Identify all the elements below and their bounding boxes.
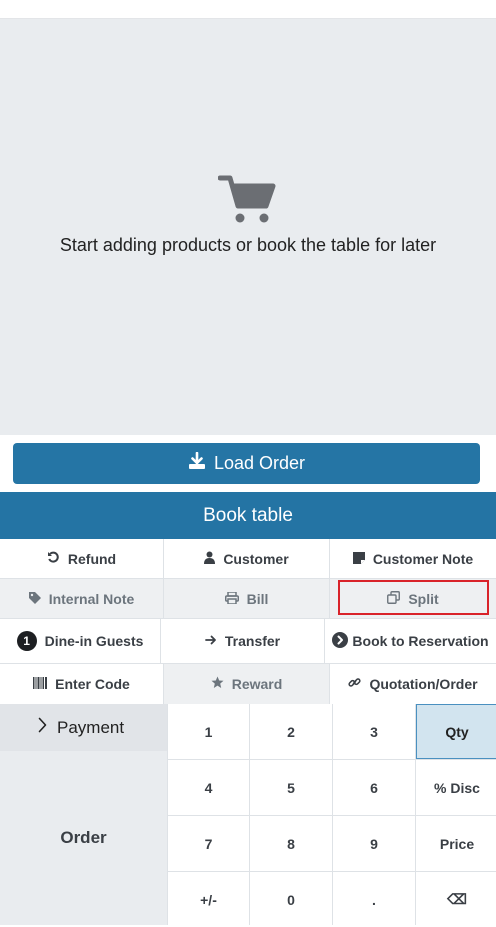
- top-bar: [0, 0, 496, 19]
- payment-order-column: Payment Order: [0, 704, 168, 925]
- user-icon: [204, 551, 216, 567]
- order-button[interactable]: Order: [0, 751, 167, 925]
- download-icon: [188, 451, 206, 475]
- book-table-label: Book table: [203, 504, 293, 526]
- barcode-icon: [33, 676, 48, 692]
- sticky-note-icon: [352, 551, 365, 567]
- quotation-order-label: Quotation/Order: [369, 676, 478, 692]
- refund-label: Refund: [67, 550, 117, 567]
- numpad-key-0[interactable]: 0: [250, 872, 332, 927]
- enter-code-label: Enter Code: [55, 676, 130, 692]
- payment-button[interactable]: Payment: [0, 704, 167, 751]
- bill-label: Bill: [246, 590, 269, 607]
- arrow-right-icon: [204, 633, 217, 649]
- split-label: Split: [408, 590, 439, 607]
- payment-label: Payment: [57, 717, 125, 737]
- tag-icon: [28, 591, 41, 607]
- actions-row-2: Internal Note Bill Split: [0, 579, 496, 619]
- quotation-order-button[interactable]: Quotation/Order: [330, 664, 496, 704]
- customer-note-button[interactable]: Customer Note: [330, 539, 496, 578]
- customer-note-label: Customer Note: [372, 550, 474, 567]
- numpad-key-1[interactable]: 1: [168, 704, 249, 759]
- transfer-label: Transfer: [224, 633, 281, 649]
- enter-code-button[interactable]: Enter Code: [0, 664, 164, 704]
- internal-note-label: Internal Note: [48, 590, 135, 607]
- numpad-key-price[interactable]: Price: [416, 816, 496, 871]
- numpad-key-backspace[interactable]: ⌫: [416, 872, 496, 927]
- numpad-key-4[interactable]: 4: [168, 760, 249, 815]
- reward-label: Reward: [231, 676, 283, 692]
- numpad-key-3[interactable]: 3: [333, 704, 415, 759]
- bill-button[interactable]: Bill: [164, 579, 330, 618]
- dine-in-guests-label: Dine-in Guests: [44, 633, 144, 649]
- numpad-key-disc[interactable]: % Disc: [416, 760, 496, 815]
- transfer-button[interactable]: Transfer: [161, 619, 325, 663]
- refund-button[interactable]: Refund: [0, 539, 164, 578]
- numpad-key-qty[interactable]: Qty: [416, 704, 496, 759]
- book-to-reservation-label: Book to Reservation: [352, 633, 489, 649]
- actions-row-3: 1 Dine-in Guests Transfer Book to Reserv…: [0, 619, 496, 664]
- reward-button[interactable]: Reward: [164, 664, 330, 704]
- dine-in-guests-button[interactable]: 1 Dine-in Guests: [0, 619, 161, 663]
- chevron-circle-right-icon: [332, 631, 349, 651]
- empty-cart-area: Start adding products or book the table …: [0, 19, 496, 435]
- numpad-key-decimal[interactable]: .: [333, 872, 415, 927]
- print-icon: [224, 590, 239, 607]
- book-table-button[interactable]: Book table: [0, 492, 496, 539]
- actions-row-1: Refund Customer Customer Note: [0, 539, 496, 579]
- empty-cart-message: Start adding products or book the table …: [59, 235, 437, 255]
- numpad-key-8[interactable]: 8: [250, 816, 332, 871]
- clone-icon: [387, 590, 401, 607]
- numpad: 1 2 3 Qty 4 5 6 % Disc 7 8 9 Price +/- 0…: [168, 704, 496, 927]
- order-label: Order: [60, 828, 107, 847]
- numpad-key-sign[interactable]: +/-: [168, 872, 249, 927]
- customer-button[interactable]: Customer: [164, 539, 330, 578]
- split-button[interactable]: Split: [330, 579, 496, 618]
- internal-note-button[interactable]: Internal Note: [0, 579, 164, 618]
- chevron-right-icon: [38, 717, 47, 738]
- numpad-key-6[interactable]: 6: [333, 760, 415, 815]
- numpad-key-9[interactable]: 9: [333, 816, 415, 871]
- cart-icon: [217, 174, 276, 224]
- numpad-key-2[interactable]: 2: [250, 704, 332, 759]
- undo-icon: [47, 551, 60, 567]
- load-order-label: Load Order: [213, 453, 306, 473]
- customer-label: Customer: [223, 550, 289, 567]
- guest-count-badge: 1: [16, 631, 37, 651]
- actions-row-4: Enter Code Reward Quotation/Order: [0, 664, 496, 705]
- load-order-button[interactable]: Load Order: [13, 443, 480, 484]
- numpad-key-7[interactable]: 7: [168, 816, 249, 871]
- numpad-key-5[interactable]: 5: [250, 760, 332, 815]
- link-icon: [348, 676, 362, 692]
- star-icon: [211, 676, 224, 692]
- book-to-reservation-button[interactable]: Book to Reservation: [325, 619, 496, 663]
